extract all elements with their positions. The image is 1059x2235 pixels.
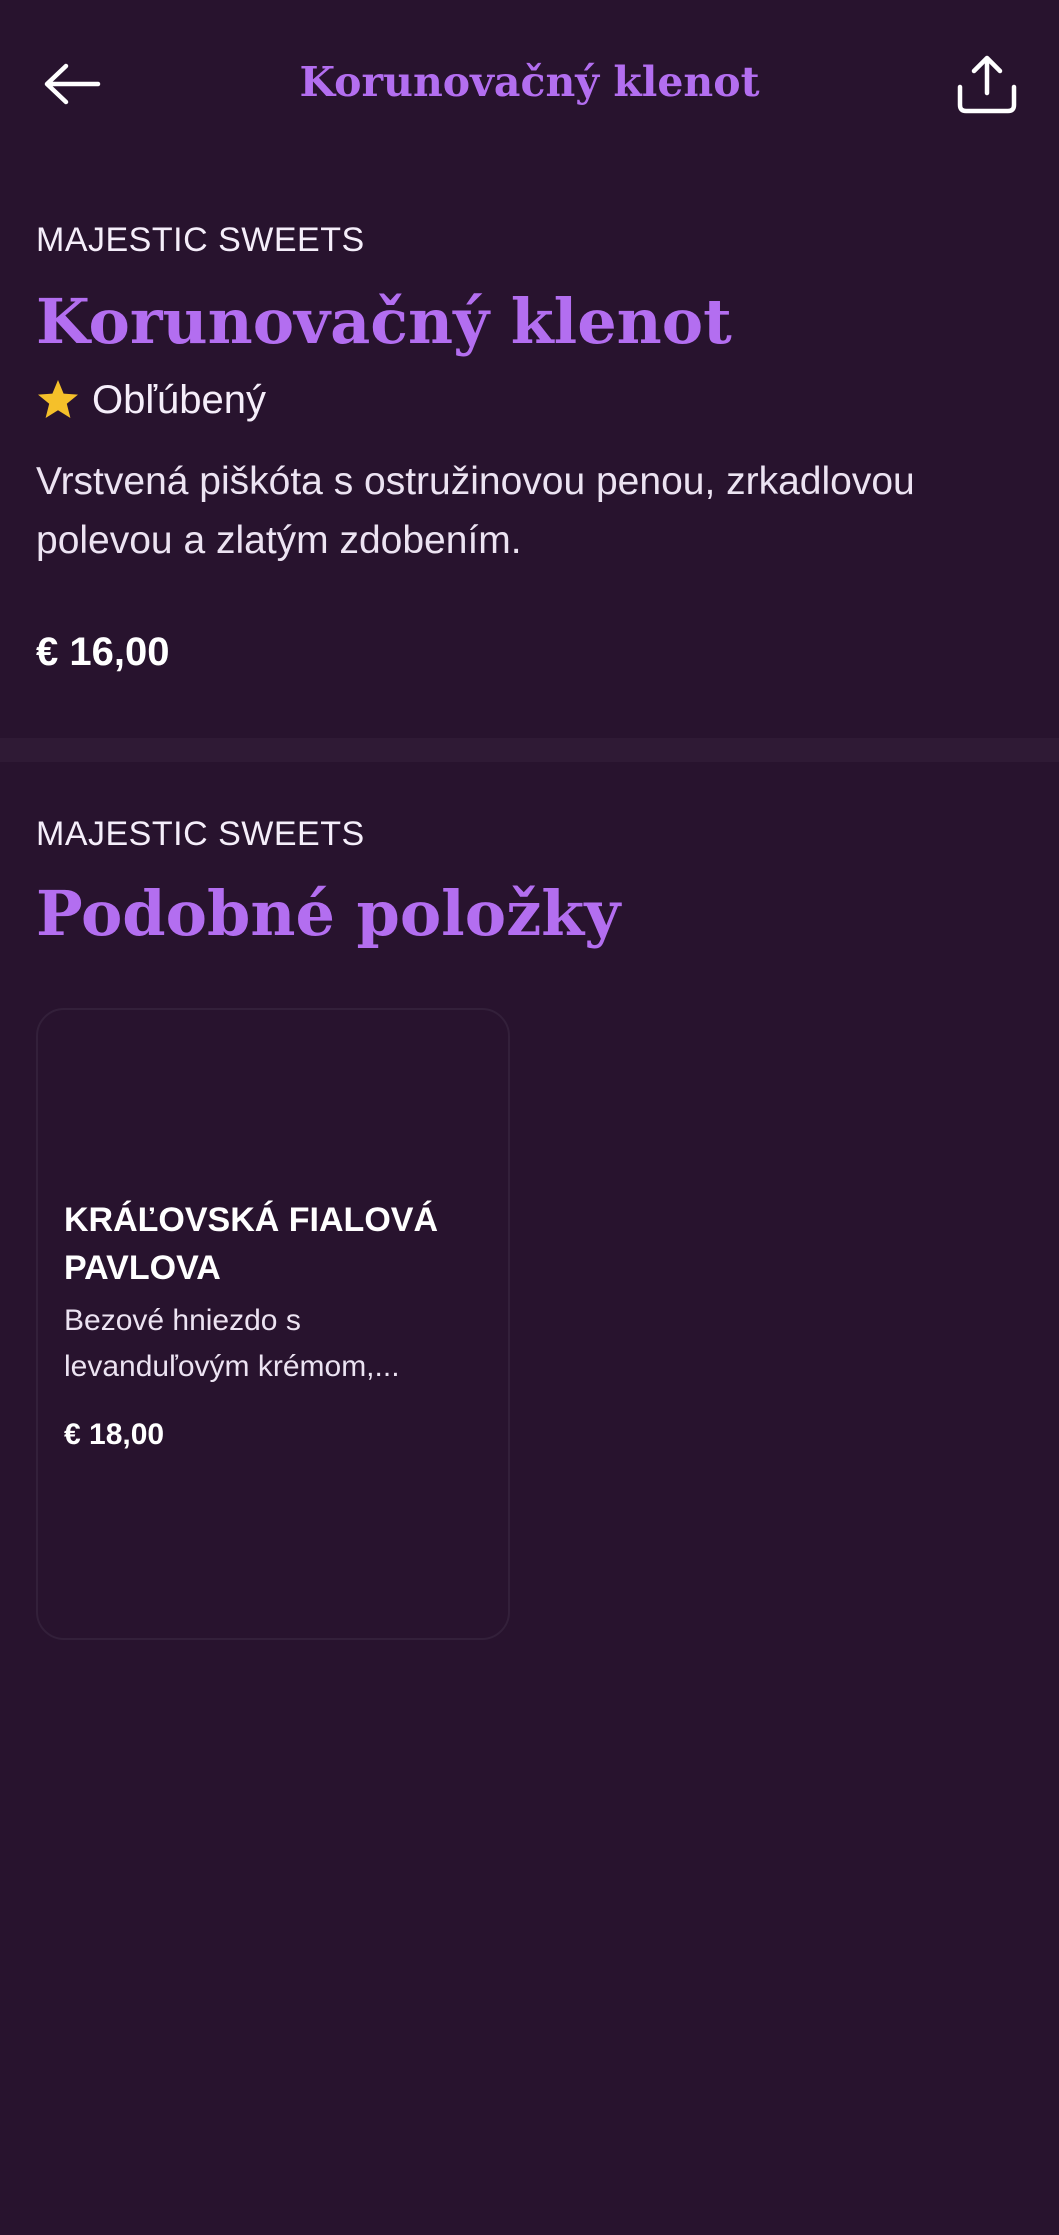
product-detail-screen: Korunovačný klenot MAJESTIC SWEETS Korun… [0,0,1059,2235]
back-button[interactable] [36,54,108,114]
product-title: Korunovačný klenot [36,285,732,358]
product-info: MAJESTIC SWEETS Korunovačný klenot Obľúb… [36,220,1026,678]
arrow-left-icon [44,63,101,105]
product-price: € 16,00 [36,630,170,674]
product-brand: MAJESTIC SWEETS [36,221,365,259]
similar-brand: MAJESTIC SWEETS [36,815,365,853]
similar-items-title: Podobné položky [36,877,621,950]
section-divider [0,738,1059,762]
similar-items-section: MAJESTIC SWEETS Podobné položky [36,814,1026,952]
similar-item-name: KRÁĽOVSKÁ FIALOVÁ PAVLOVA [64,1201,438,1287]
star-icon [36,378,80,422]
similar-item-image [38,1010,508,1190]
share-button[interactable] [951,48,1023,120]
similar-item-card[interactable]: KRÁĽOVSKÁ FIALOVÁ PAVLOVA Bezové hniezdo… [36,1008,510,1640]
product-description: Vrstvená piškóta s ostružinovou penou, z… [36,460,915,562]
top-bar: Korunovačný klenot [0,0,1059,168]
similar-item-description: Bezové hniezdo s levanduľovým krémom,... [64,1304,400,1383]
similar-item-price: € 18,00 [64,1418,165,1451]
favorite-badge-label: Obľúbený [92,378,267,422]
share-icon [957,55,1017,114]
favorite-badge: Obľúbený [36,372,1026,428]
header-title: Korunovačný klenot [299,58,760,106]
